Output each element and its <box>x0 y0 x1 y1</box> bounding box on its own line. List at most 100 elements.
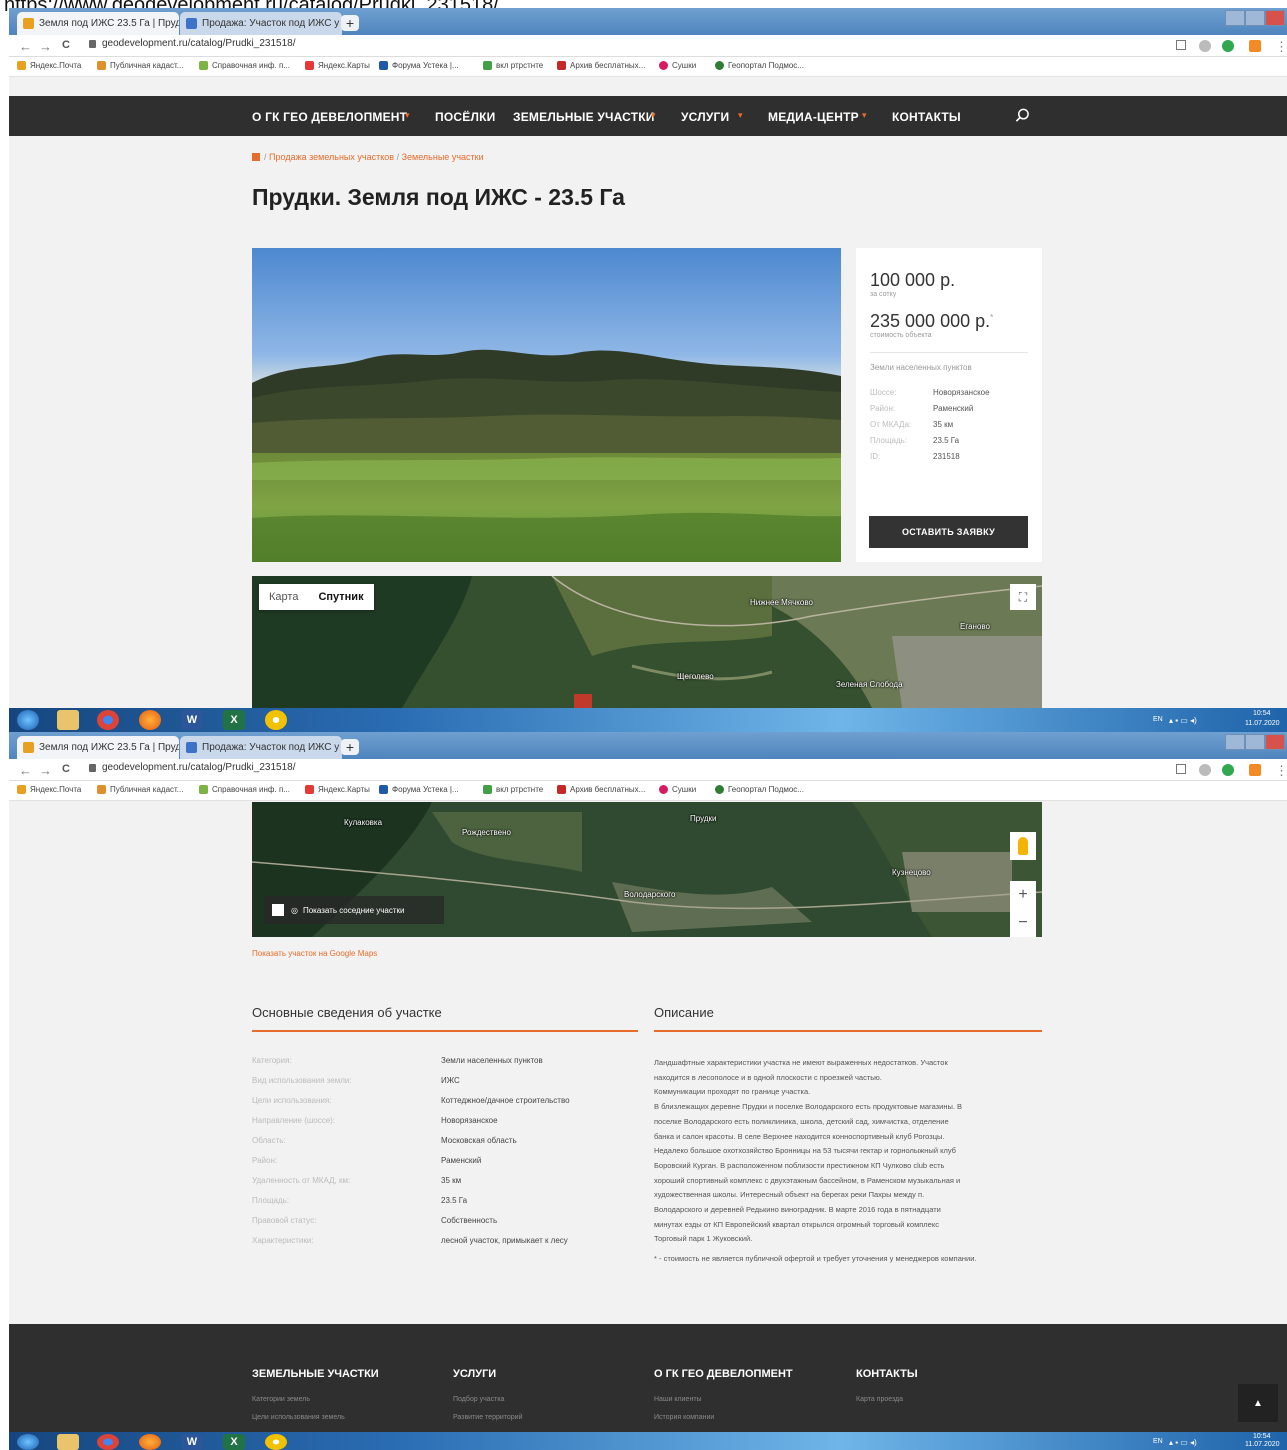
footer-link[interactable]: Категории земель <box>252 1396 310 1403</box>
bookmark-item[interactable]: Публичная кадаст... <box>97 785 183 794</box>
bookmark-item[interactable]: Геопортал Подмос... <box>715 785 804 794</box>
forward-icon[interactable]: → <box>39 763 52 778</box>
excel-icon[interactable]: X <box>223 710 245 730</box>
bookmark-item[interactable]: Справочная инф. п... <box>199 61 290 70</box>
zoom-in-button[interactable]: + <box>1010 881 1036 909</box>
url-field[interactable]: geodevelopment.ru/catalog/Prudki_231518/ <box>89 38 295 49</box>
footer-link[interactable]: История компании <box>654 1414 714 1421</box>
nav-item-services[interactable]: УСЛУГИ <box>681 110 729 124</box>
bookmark-item[interactable]: Яндекс.Карты <box>305 61 370 70</box>
plot-photo[interactable] <box>252 248 841 562</box>
breadcrumb-link[interactable]: Земельные участки <box>402 152 484 162</box>
close-window-button[interactable] <box>1265 734 1285 750</box>
minimize-button[interactable] <box>1225 10 1245 26</box>
extension-icon[interactable] <box>1249 764 1261 776</box>
reload-icon[interactable]: C <box>62 39 70 51</box>
browser-menu-icon[interactable]: ⋮ <box>1275 39 1287 55</box>
browser-tab-active[interactable]: Земля под ИЖС 23.5 Га | Прудк × <box>17 736 179 759</box>
reload-icon[interactable]: C <box>62 763 70 775</box>
home-icon[interactable] <box>252 153 260 161</box>
extension-icon[interactable] <box>1249 40 1261 52</box>
nav-item-contacts[interactable]: КОНТАКТЫ <box>892 110 961 124</box>
nav-item-land-plots[interactable]: ЗЕМЕЛЬНЫЕ УЧАСТКИ <box>513 110 655 124</box>
close-window-button[interactable] <box>1265 10 1285 26</box>
firefox-icon[interactable] <box>139 710 161 730</box>
bookmark-item[interactable]: вкл ртрстнте <box>483 61 543 70</box>
bookmark-star-icon[interactable] <box>1176 40 1186 50</box>
zoom-out-button[interactable]: − <box>1010 909 1036 937</box>
footer-heading[interactable]: УСЛУГИ <box>453 1368 496 1380</box>
bookmark-item[interactable]: Архив бесплатных... <box>557 785 645 794</box>
bookmark-item[interactable]: Сушки <box>659 61 696 70</box>
bookmark-item[interactable]: Форума Устека |... <box>379 785 459 794</box>
bookmark-item[interactable]: Форума Устека |... <box>379 61 459 70</box>
scroll-to-top-button[interactable]: ▲ <box>1238 1384 1278 1422</box>
footer-link[interactable]: Цели использования земель <box>252 1414 345 1421</box>
footer-heading[interactable]: КОНТАКТЫ <box>856 1368 918 1380</box>
show-neighbors-toggle[interactable]: ◎ Показать соседние участки <box>264 896 444 924</box>
map-tab-satellite[interactable]: Спутник <box>308 584 373 610</box>
footer-link[interactable]: Наши клиенты <box>654 1396 702 1403</box>
street-view-pegman-icon[interactable] <box>1010 832 1036 860</box>
footer-link[interactable]: Развитие территорий <box>453 1414 523 1421</box>
word-icon[interactable]: W <box>181 710 203 730</box>
submit-request-button[interactable]: ОСТАВИТЬ ЗАЯВКУ <box>869 516 1028 548</box>
bookmark-item[interactable]: Сушки <box>659 785 696 794</box>
fullscreen-icon[interactable]: ⛶ <box>1010 584 1036 610</box>
bookmark-item[interactable]: Публичная кадаст... <box>97 61 183 70</box>
browser-tab-active[interactable]: Земля под ИЖС 23.5 Га | Прудк × <box>17 12 179 35</box>
extension-icon[interactable] <box>1199 40 1211 52</box>
explorer-icon[interactable] <box>57 1434 79 1450</box>
back-icon[interactable]: ← <box>19 39 32 54</box>
browser-tab[interactable]: Продажа: Участок под ИЖС у × <box>180 12 342 35</box>
footer-link[interactable]: Карта проезда <box>856 1396 903 1403</box>
nav-item-settlements[interactable]: ПОСЁЛКИ <box>435 110 495 124</box>
extension-icon[interactable] <box>1222 40 1234 52</box>
chrome-icon[interactable] <box>97 1434 119 1450</box>
map-tab-map[interactable]: Карта <box>259 584 308 610</box>
footer-heading[interactable]: ЗЕМЕЛЬНЫЕ УЧАСТКИ <box>252 1368 379 1380</box>
bookmark-item[interactable]: Яндекс.Почта <box>17 61 81 70</box>
bookmark-item[interactable]: Геопортал Подмос... <box>715 61 804 70</box>
language-indicator[interactable]: EN <box>1153 716 1163 723</box>
maximize-button[interactable] <box>1245 734 1265 750</box>
language-indicator[interactable]: EN <box>1153 1438 1163 1445</box>
footer-link[interactable]: Подбор участка <box>453 1396 504 1403</box>
yandex-browser-icon[interactable] <box>265 710 287 730</box>
forward-icon[interactable]: → <box>39 39 52 54</box>
tray-icons[interactable]: ▴ ▪ ▭ ◂) <box>1169 1438 1197 1447</box>
yandex-browser-icon[interactable] <box>265 1434 287 1450</box>
browser-menu-icon[interactable]: ⋮ <box>1275 763 1287 779</box>
new-tab-button[interactable]: + <box>341 15 359 31</box>
firefox-icon[interactable] <box>139 1434 161 1450</box>
back-icon[interactable]: ← <box>19 763 32 778</box>
start-orb-icon[interactable] <box>17 710 39 730</box>
maximize-button[interactable] <box>1245 10 1265 26</box>
explorer-icon[interactable] <box>57 710 79 730</box>
word-icon[interactable]: W <box>181 1434 203 1450</box>
extension-icon[interactable] <box>1222 764 1234 776</box>
search-icon[interactable] <box>1015 108 1030 123</box>
bookmark-star-icon[interactable] <box>1176 764 1186 774</box>
breadcrumb-link[interactable]: Продажа земельных участков <box>269 152 394 162</box>
browser-tab[interactable]: Продажа: Участок под ИЖС у × <box>180 736 342 759</box>
extension-icon[interactable] <box>1199 764 1211 776</box>
bookmark-item[interactable]: Яндекс.Карты <box>305 785 370 794</box>
google-maps-link[interactable]: Показать участок на Google Maps <box>252 949 377 958</box>
bookmark-item[interactable]: Яндекс.Почта <box>17 785 81 794</box>
checkbox[interactable] <box>272 904 284 916</box>
bookmark-item[interactable]: Справочная инф. п... <box>199 785 290 794</box>
start-orb-icon[interactable] <box>17 1434 39 1450</box>
bookmark-item[interactable]: Архив бесплатных... <box>557 61 645 70</box>
nav-item-media-center[interactable]: МЕДИА-ЦЕНТР <box>768 110 859 124</box>
nav-item-about[interactable]: О ГК ГЕО ДЕВЕЛОПМЕНТ <box>252 110 407 124</box>
new-tab-button[interactable]: + <box>341 739 359 755</box>
bookmark-item[interactable]: вкл ртрстнте <box>483 785 543 794</box>
url-field[interactable]: geodevelopment.ru/catalog/Prudki_231518/ <box>89 762 295 773</box>
tray-icons[interactable]: ▴ ▪ ▭ ◂) <box>1169 716 1197 725</box>
map-label: Кузнецово <box>892 868 931 877</box>
excel-icon[interactable]: X <box>223 1434 245 1450</box>
minimize-button[interactable] <box>1225 734 1245 750</box>
footer-heading[interactable]: О ГК ГЕО ДЕВЕЛОПМЕНТ <box>654 1368 793 1380</box>
chrome-icon[interactable] <box>97 710 119 730</box>
